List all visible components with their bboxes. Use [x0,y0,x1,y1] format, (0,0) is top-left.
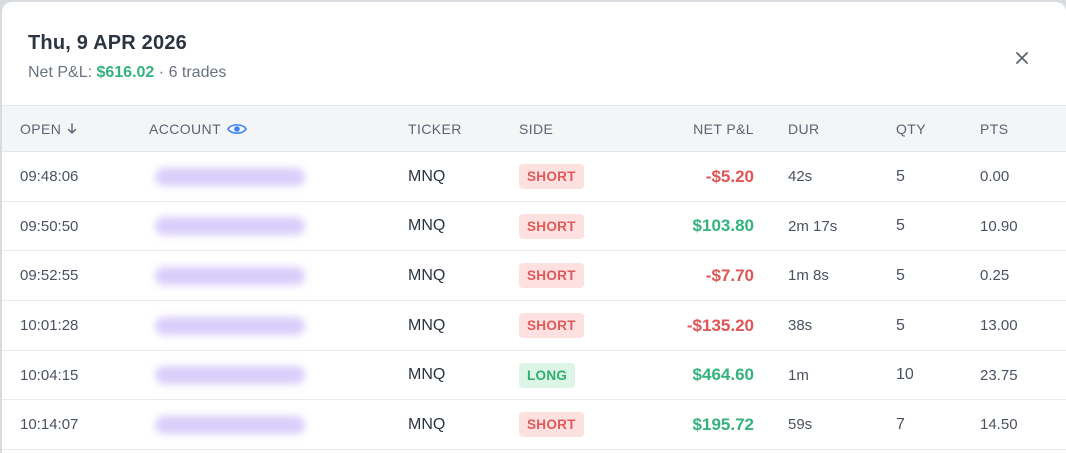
ticker: MNQ [408,415,446,433]
quantity: 5 [896,316,905,334]
side-cell: SHORT [519,400,584,449]
side-badge: LONG [519,362,576,388]
account-redacted [149,400,305,449]
ticker: MNQ [408,217,446,235]
col-open-label: OPEN [20,121,62,137]
col-pts-header[interactable]: PTS [980,106,1008,152]
open-time: 10:04:15 [20,366,79,384]
open-time: 09:48:06 [20,168,79,185]
open-time: 09:50:50 [20,217,79,235]
net-pnl: $195.72 [692,414,754,434]
open-time: 10:14:07 [20,416,79,434]
quantity: 10 [896,366,914,384]
points: 13.00 [980,317,1018,335]
side-badge: SHORT [519,313,584,339]
ticker: MNQ [408,366,446,384]
net-pnl-label: Net P&L: [28,64,93,81]
points: 23.75 [980,366,1018,384]
dialog-subtitle: Net P&L: $616.02 · 6 trades [28,64,226,82]
duration: 42s [788,168,813,185]
close-button[interactable] [1010,46,1034,70]
quantity: 5 [896,266,905,284]
table-body: 09:48:06 MNQ SHORT -$5.20 42s 5 0.00 09:… [2,152,1066,451]
points: 0.00 [980,168,1010,185]
table-row[interactable]: 09:52:55 MNQ SHORT -$7.70 1m 8s 5 0.25 [2,251,1066,302]
dialog-title: Thu, 9 APR 2026 [28,32,187,54]
trades-table: OPEN ACCOUNT TICKER SIDE NET P&L DUR QTY… [2,105,1066,451]
side-cell: LONG [519,351,576,400]
side-cell: SHORT [519,251,584,300]
close-icon [1016,52,1028,64]
col-ticker-header[interactable]: TICKER [408,106,462,152]
account-redacted [149,251,305,300]
arrow-down-icon [68,123,77,134]
table-row[interactable]: 09:50:50 MNQ SHORT $103.80 2m 17s 5 10.9… [2,202,1066,252]
dialog-header: Thu, 9 APR 2026 Net P&L: $616.02 · 6 tra… [2,2,1066,105]
side-badge: SHORT [519,412,584,438]
duration: 1m [788,366,809,384]
table-row[interactable]: 09:48:06 MNQ SHORT -$5.20 42s 5 0.00 [2,152,1066,202]
separator: · [158,64,165,81]
ticker: MNQ [408,316,446,334]
ticker: MNQ [408,167,446,185]
col-netpnl-header[interactable]: NET P&L [693,106,754,152]
duration: 2m 17s [788,217,838,235]
col-dur-header[interactable]: DUR [788,106,820,152]
trades-dialog: Thu, 9 APR 2026 Net P&L: $616.02 · 6 tra… [2,2,1066,453]
col-account-header[interactable]: ACCOUNT [149,106,247,152]
net-pnl: $103.80 [692,216,754,236]
net-pnl: -$5.20 [705,166,754,186]
quantity: 7 [896,415,905,433]
account-redacted [149,202,305,251]
eye-icon[interactable] [227,122,247,136]
open-time: 09:52:55 [20,267,79,285]
table-row[interactable]: 10:01:28 MNQ SHORT -$135.20 38s 5 13.00 [2,301,1066,351]
col-account-label: ACCOUNT [149,121,222,137]
side-cell: SHORT [519,301,584,350]
account-redacted [149,152,305,201]
table-row[interactable]: 10:04:15 MNQ LONG $464.60 1m 10 23.75 [2,351,1066,401]
points: 14.50 [980,416,1018,434]
net-pnl-value: $616.02 [96,64,155,81]
side-cell: SHORT [519,152,584,201]
ticker: MNQ [408,266,446,284]
col-qty-header[interactable]: QTY [896,106,926,152]
table-row[interactable]: 10:14:07 MNQ SHORT $195.72 59s 7 14.50 [2,400,1066,451]
quantity: 5 [896,217,905,235]
net-pnl: -$135.20 [686,315,754,335]
account-redacted [149,301,305,350]
side-cell: SHORT [519,202,584,251]
trades-count: 6 trades [168,64,227,81]
net-pnl: $464.60 [692,365,754,385]
net-pnl: -$7.70 [705,265,754,285]
col-open-header[interactable]: OPEN [20,106,77,152]
duration: 38s [788,317,813,335]
side-badge: SHORT [519,263,584,289]
duration: 59s [788,416,813,434]
col-side-header[interactable]: SIDE [519,106,553,152]
duration: 1m 8s [788,267,829,285]
points: 10.90 [980,217,1018,235]
side-badge: SHORT [519,213,584,239]
table-header: OPEN ACCOUNT TICKER SIDE NET P&L DUR QTY… [2,105,1066,152]
side-badge: SHORT [519,164,584,189]
account-redacted [149,351,305,400]
points: 0.25 [980,267,1010,285]
quantity: 5 [896,167,905,185]
open-time: 10:01:28 [20,317,79,335]
